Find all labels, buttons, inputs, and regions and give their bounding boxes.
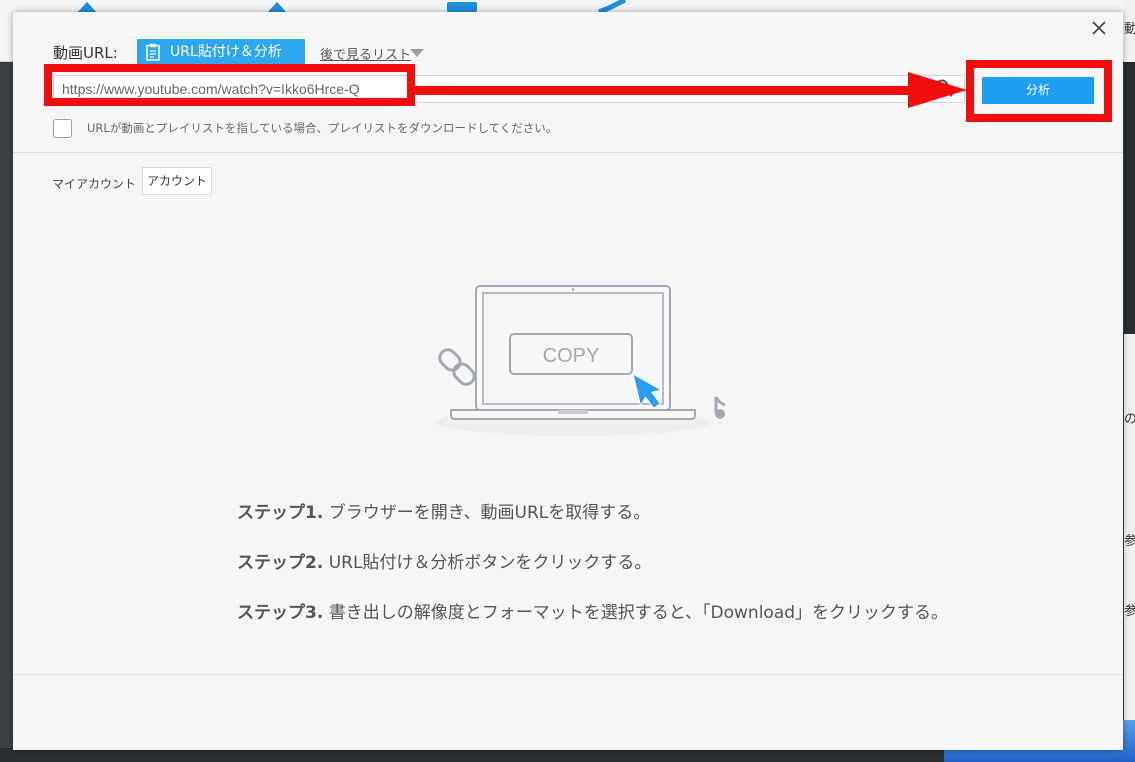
laptop-icon: COPY [450,285,696,420]
step-2: ステップ2. URL貼付け＆分析ボタンをクリックする。 [237,548,651,573]
video-url-label: 動画URL: [53,44,118,62]
step-1-text: ブラウザーを開き、動画URLを取得する。 [328,503,651,523]
step-2-text: URL貼付け＆分析ボタンをクリックする。 [328,553,652,573]
my-account-label: マイアカウント [52,177,137,191]
background-strip [0,748,944,762]
background-video-area [1124,62,1135,334]
url-input-container [53,75,965,103]
playlist-checkbox-label: URLが動画とプレイリストを指している場合、プレイリストをダウンロードしてくださ… [87,121,558,135]
step-3-label: ステップ3. [237,603,324,623]
chevron-down-icon[interactable] [410,49,424,57]
copy-url-illustration: COPY [436,285,726,436]
step-3-text: 書き出しの解像度とフォーマットを選択すると、「Download」をクリックする。 [328,603,949,623]
paste-and-analyze-label: URL貼付け＆分析 [170,44,282,60]
background-text: 動 [1124,22,1135,37]
watch-later-link[interactable]: 後で見るリスト [320,44,411,63]
link-icon [438,348,476,386]
copy-label: COPY [543,345,600,367]
search-icon[interactable] [933,77,955,99]
background-right-panel: 動 の 参 参 [1124,0,1135,762]
background-text: の [1124,412,1135,427]
close-button[interactable] [1075,12,1123,46]
background-text: 参 [1124,604,1135,619]
paste-and-analyze-button[interactable]: URL貼付け＆分析 [137,39,305,65]
analyze-button[interactable]: 分析 [982,77,1094,104]
account-button[interactable]: アカウント [142,167,212,195]
url-input[interactable] [62,78,382,100]
divider [13,152,1123,153]
step-1: ステップ1. ブラウザーを開き、動画URLを取得する。 [237,498,650,523]
download-dialog: 動画URL: URL貼付け＆分析 後で見るリスト 分析 URLが動画とプレイリス… [13,12,1123,750]
divider [13,674,1123,675]
music-note-icon [714,396,726,419]
close-icon [1092,21,1106,35]
step-2-label: ステップ2. [237,553,324,573]
background-text: 参 [1124,534,1135,549]
step-1-label: ステップ1. [237,503,324,523]
clipboard-icon [146,43,160,61]
step-3: ステップ3. 書き出しの解像度とフォーマットを選択すると、「Download」を… [237,598,948,623]
playlist-checkbox[interactable] [53,119,72,138]
